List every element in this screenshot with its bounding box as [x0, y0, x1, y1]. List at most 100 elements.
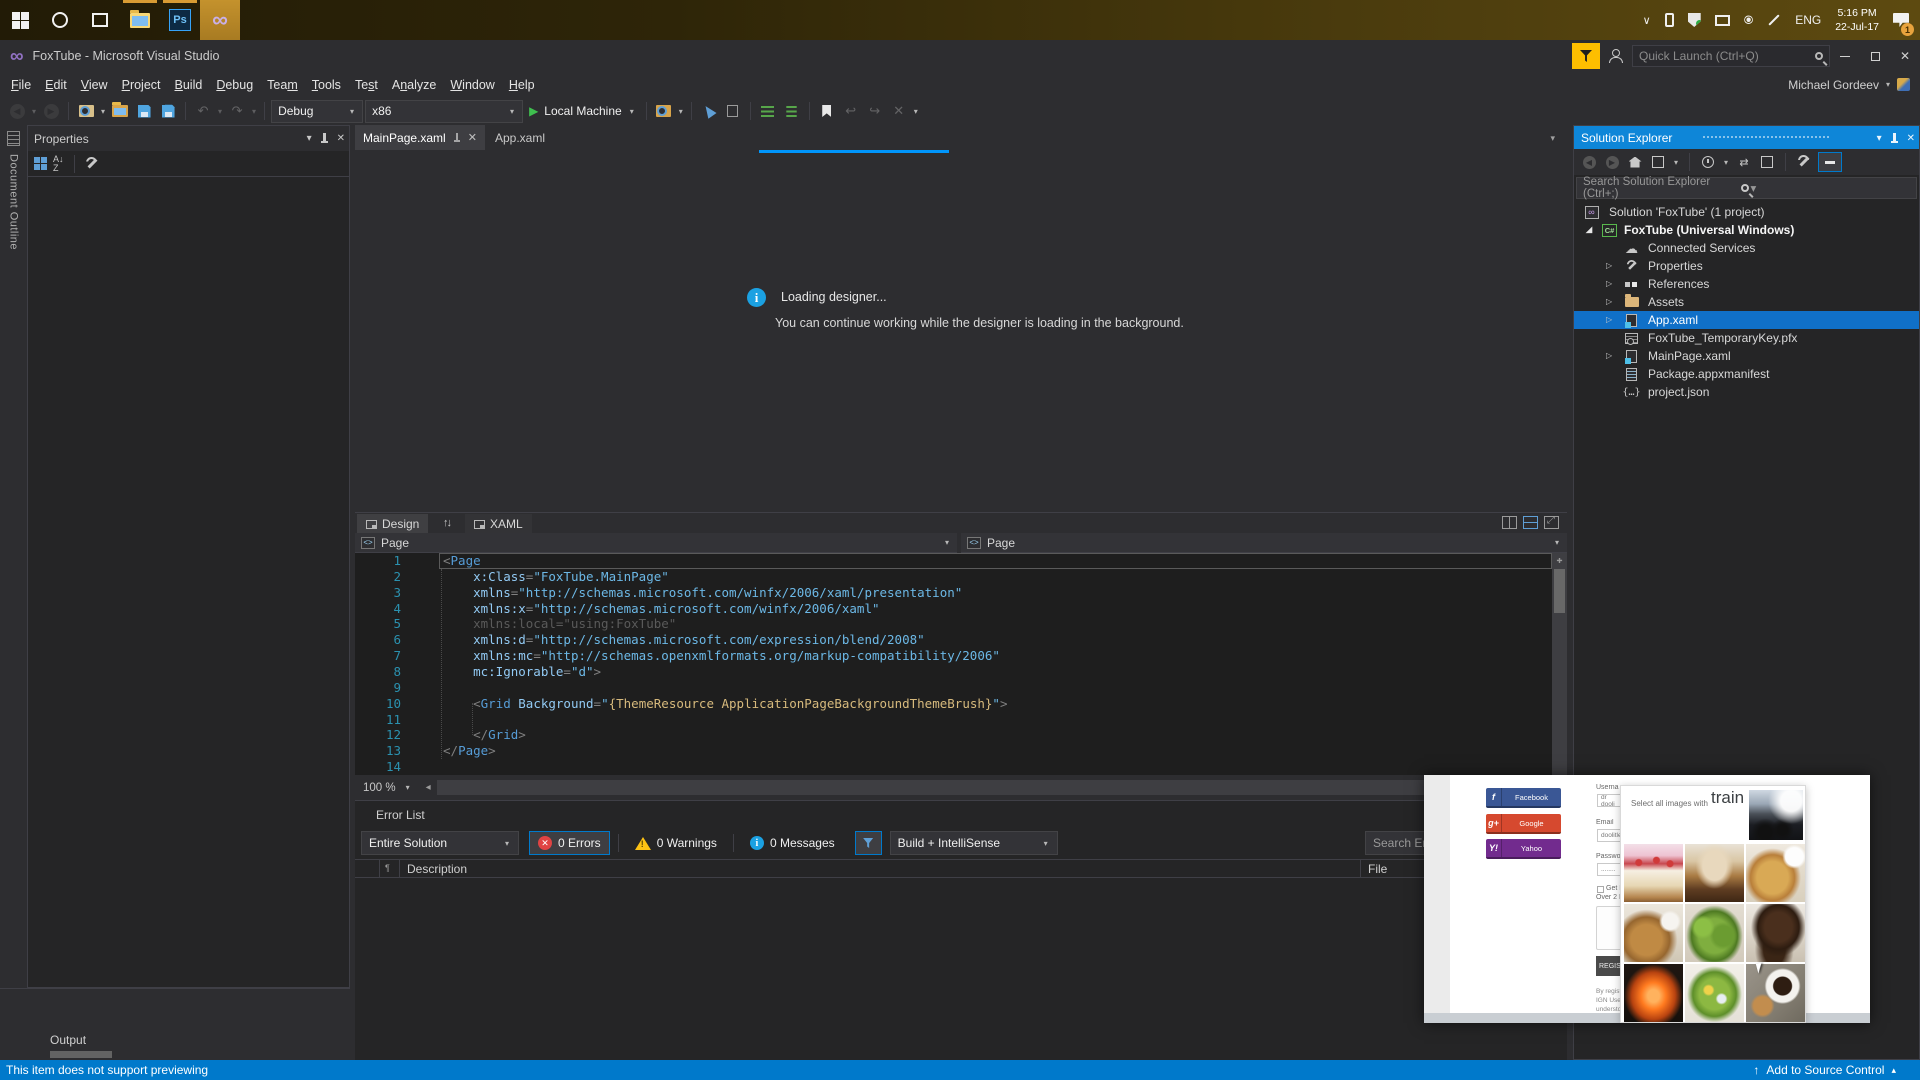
sync-with-active-document-button[interactable]: ⇄: [1735, 153, 1753, 171]
account-area[interactable]: Michael Gordeev ▾: [1788, 72, 1910, 97]
network-display-icon[interactable]: [1708, 0, 1737, 40]
tree-item-app-xaml[interactable]: ▷ App.xaml: [1574, 311, 1919, 329]
pin-icon[interactable]: [320, 132, 329, 145]
clear-bookmarks-button[interactable]: ✕: [888, 100, 910, 122]
categorized-view-button[interactable]: [34, 157, 47, 170]
photoshop-button[interactable]: Ps: [160, 0, 200, 40]
code-line[interactable]: xmlns:x="http://schemas.microsoft.com/wi…: [443, 601, 1551, 617]
navigate-forward-button[interactable]: ▶: [40, 100, 62, 122]
error-scope-dropdown[interactable]: Entire Solution ▾: [361, 831, 519, 855]
tree-item-properties[interactable]: ▷ Properties: [1574, 257, 1919, 275]
pending-changes-filter-button[interactable]: [1699, 153, 1717, 171]
close-button[interactable]: ✕: [1890, 42, 1920, 70]
menu-project[interactable]: Project: [115, 75, 168, 95]
breadcrumb-member-dropdown[interactable]: <> Page ▾: [961, 533, 1567, 553]
captcha-cell-salad-bowl[interactable]: [1685, 904, 1744, 962]
password-field[interactable]: ........: [1597, 863, 1622, 876]
code-line[interactable]: [443, 712, 1551, 728]
comment-lines-button[interactable]: [757, 100, 779, 122]
messages-filter-button[interactable]: i 0 Messages: [742, 831, 843, 855]
scrollbar-thumb[interactable]: [1554, 569, 1565, 613]
menu-debug[interactable]: Debug: [209, 75, 260, 95]
tree-expand-arrow[interactable]: ▷: [1606, 261, 1612, 270]
editor-horizontal-scrollbar[interactable]: [436, 780, 1549, 795]
usb-device-icon[interactable]: [1658, 0, 1681, 40]
tree-item-foxtube-universal-windows-[interactable]: ◢ C# FoxTube (Universal Windows): [1574, 221, 1919, 239]
xaml-view-tab[interactable]: XAML: [465, 514, 532, 534]
captcha-cell-coffee-beans[interactable]: [1746, 904, 1805, 962]
document-well-dropdown[interactable]: ▾: [1550, 133, 1555, 144]
tree-expand-arrow[interactable]: ▷: [1606, 279, 1612, 288]
output-tab[interactable]: Output: [50, 1033, 86, 1047]
menu-edit[interactable]: Edit: [38, 75, 74, 95]
xaml-code-editor[interactable]: 1 2 3 4 5 6 7 8 9 10 11 12 13 14 <Page x:Class="FoxTu…: [355, 553, 1567, 775]
code-line[interactable]: xmlns:local="using:FoxTube": [443, 616, 1551, 632]
captcha-cell-coffee-cookie[interactable]: [1746, 964, 1805, 1022]
tree-item-solution-foxtube-1-project-[interactable]: ∞ Solution 'FoxTube' (1 project): [1574, 203, 1919, 221]
uncomment-lines-button[interactable]: [781, 100, 803, 122]
pin-icon[interactable]: [453, 132, 461, 143]
tree-expand-arrow[interactable]: ▷: [1606, 297, 1612, 306]
back-button[interactable]: ◀: [1580, 153, 1598, 171]
code-line[interactable]: xmlns:mc="http://schemas.openxmlformats.…: [443, 648, 1551, 664]
menu-view[interactable]: View: [74, 75, 115, 95]
captcha-cell-salad-plate[interactable]: [1685, 964, 1744, 1022]
solution-platform-dropdown[interactable]: x86 ▾: [365, 99, 524, 123]
errors-filter-button[interactable]: ✕ 0 Errors: [529, 831, 610, 855]
tab-mainpage-xaml[interactable]: MainPage.xaml ✕: [355, 125, 485, 150]
volume-icon[interactable]: 🞊: [1737, 0, 1761, 40]
redo-button[interactable]: ↷: [226, 100, 248, 122]
code-line[interactable]: mc:Ignorable="d">: [443, 664, 1551, 680]
code-line[interactable]: [443, 680, 1551, 696]
username-field[interactable]: dr dooli: [1597, 794, 1622, 807]
close-icon[interactable]: ✕: [468, 131, 477, 144]
yahoo-login-button[interactable]: Y! Yahoo: [1486, 839, 1561, 859]
description-column-header[interactable]: Description: [407, 862, 467, 876]
copy-structure-button[interactable]: [722, 100, 744, 122]
code-line[interactable]: <Page: [443, 553, 1551, 569]
menu-file[interactable]: File: [4, 75, 38, 95]
file-column-header[interactable]: File: [1368, 862, 1387, 876]
properties-button[interactable]: [1795, 153, 1813, 171]
code-line[interactable]: x:Class="FoxTube.MainPage": [443, 569, 1551, 585]
solution-explorer-titlebar[interactable]: Solution Explorer ▾ ✕: [1574, 126, 1919, 149]
toggle-bookmark-button[interactable]: [816, 100, 838, 122]
vertical-split-icon[interactable]: [1502, 516, 1517, 529]
menu-analyze[interactable]: Analyze: [385, 75, 443, 95]
solution-configuration-dropdown[interactable]: Debug ▾: [271, 99, 364, 123]
feedback-flag-button[interactable]: [1572, 43, 1600, 69]
design-view-tab[interactable]: Design: [357, 514, 429, 534]
add-to-source-control-button[interactable]: ↑ Add to Source Control ▴: [1753, 1063, 1914, 1077]
task-view-button[interactable]: [80, 0, 120, 40]
action-center-button[interactable]: 1: [1886, 0, 1916, 40]
zoom-level-dropdown[interactable]: 100 % ▾: [355, 778, 420, 798]
captcha-cell-breakfast-plate[interactable]: [1624, 904, 1683, 962]
start-debugging-button[interactable]: ▶ Local Machine ▾: [525, 100, 640, 122]
home-button[interactable]: [1626, 153, 1644, 171]
property-pages-button[interactable]: [85, 157, 99, 171]
tree-item-assets[interactable]: ▷ Assets: [1574, 293, 1919, 311]
minimize-button[interactable]: [1830, 42, 1860, 70]
close-icon[interactable]: ✕: [337, 133, 345, 144]
visual-studio-button[interactable]: ∞: [200, 0, 240, 40]
menu-test[interactable]: Test: [348, 75, 385, 95]
menu-build[interactable]: Build: [168, 75, 210, 95]
expand-pane-icon[interactable]: [1544, 515, 1559, 529]
code-line[interactable]: <Grid Background="{ThemeResource Applica…: [443, 696, 1551, 712]
forward-button[interactable]: ▶: [1603, 153, 1621, 171]
menu-team[interactable]: Team: [260, 75, 305, 95]
next-bookmark-button[interactable]: ↪: [864, 100, 886, 122]
build-intellisense-dropdown[interactable]: Build + IntelliSense ▾: [889, 831, 1058, 855]
tree-expand-arrow[interactable]: ▷: [1606, 315, 1612, 324]
captcha-cell-dessert-cup[interactable]: [1685, 844, 1744, 902]
register-button[interactable]: REGIS: [1596, 956, 1622, 976]
code-line[interactable]: xmlns="http://schemas.microsoft.com/winf…: [443, 585, 1551, 601]
save-all-button[interactable]: [157, 100, 179, 122]
google-login-button[interactable]: g+ Google: [1486, 814, 1561, 834]
document-outline-dock-tab[interactable]: Document Outline: [0, 125, 27, 1060]
menu-tools[interactable]: Tools: [305, 75, 348, 95]
newsletter-checkbox[interactable]: [1597, 886, 1604, 893]
restore-button[interactable]: [1860, 42, 1890, 70]
editor-vertical-scrollbar[interactable]: ✚: [1552, 553, 1567, 775]
file-explorer-button[interactable]: [120, 0, 160, 40]
